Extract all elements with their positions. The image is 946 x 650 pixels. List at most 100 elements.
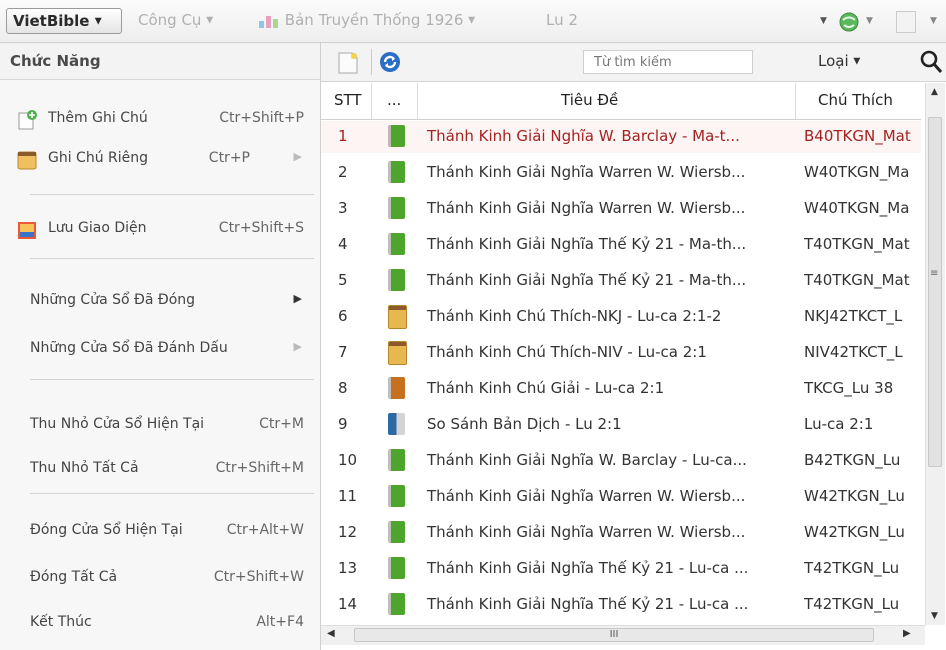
menu-item-close-all[interactable]: Đóng Tất Cả Ctr+Shift+W bbox=[0, 558, 320, 598]
page-icon[interactable] bbox=[896, 11, 916, 33]
menu-item-save-layout[interactable]: Lưu Giao Diện Ctr+Shift+S bbox=[0, 209, 320, 249]
table-row[interactable]: 4 Thánh Kinh Giải Nghĩa Thế Kỷ 21 - Ma-th… bbox=[321, 229, 921, 261]
vertical-scrollbar[interactable]: ▲ ≡ ▼ bbox=[925, 83, 945, 625]
menu-divider bbox=[30, 258, 314, 259]
panel-toolbar: Loại ▼ bbox=[321, 43, 946, 82]
scrollbar-thumb[interactable]: ≡ bbox=[928, 117, 942, 467]
row-note: B42TKGN_Lu bbox=[804, 451, 901, 469]
row-title: Thánh Kinh Giải Nghĩa Thế Kỷ 21 - Ma-th.… bbox=[427, 271, 747, 289]
row-number: 13 bbox=[338, 559, 358, 577]
horizontal-scrollbar[interactable]: ◀ III ▶ bbox=[321, 625, 925, 645]
table-row[interactable]: 10 Thánh Kinh Giải Nghĩa W. Barclay - Lu-… bbox=[321, 445, 921, 477]
row-title: Thánh Kinh Chú Thích-NIV - Lu-ca 2:1 bbox=[427, 343, 707, 361]
menu-item-exit[interactable]: Kết Thúc Alt+F4 bbox=[0, 603, 320, 643]
notebook-icon bbox=[16, 149, 38, 171]
table-row[interactable]: 6 Thánh Kinh Chú Thích-NKJ - Lu-ca 2:1-2 N… bbox=[321, 301, 921, 333]
reference-dropdown-icon[interactable]: ▼ bbox=[820, 16, 827, 26]
menu-item-label: Đóng Tất Cả bbox=[30, 569, 118, 585]
row-note: T40TKGN_Mat bbox=[804, 271, 910, 289]
type-dropdown[interactable]: Loại ▼ bbox=[818, 52, 860, 70]
chevron-down-icon: ▼ bbox=[853, 56, 861, 67]
tools-menu-button[interactable]: Công Cụ ▼ bbox=[138, 11, 213, 29]
table-header: STT ... Tiêu Đề Chú Thích bbox=[321, 83, 921, 120]
version-selector[interactable]: Bản Truyền Thống 1926 ▼ bbox=[258, 11, 475, 29]
table-row[interactable]: 11 Thánh Kinh Giải Nghĩa Warren W. Wiersb… bbox=[321, 481, 921, 513]
grip-icon: III bbox=[609, 629, 619, 640]
scroll-left-icon[interactable]: ◀ bbox=[327, 628, 335, 639]
row-title: Thánh Kinh Giải Nghĩa Warren W. Wiersb..… bbox=[427, 199, 746, 217]
table-row[interactable]: 13 Thánh Kinh Giải Nghĩa Thế Kỷ 21 - Lu-c… bbox=[321, 553, 921, 585]
table-row[interactable]: 5 Thánh Kinh Giải Nghĩa Thế Kỷ 21 - Ma-th… bbox=[321, 265, 921, 297]
menu-item-label: Những Cửa Sổ Đã Đóng bbox=[30, 292, 196, 308]
search-icon[interactable] bbox=[919, 49, 943, 79]
row-note: W40TKGN_Ma bbox=[804, 163, 910, 181]
green-book-icon bbox=[388, 449, 405, 471]
reference-field[interactable]: Lu 2 bbox=[546, 11, 578, 29]
green-book-icon bbox=[388, 233, 405, 255]
new-note-icon[interactable] bbox=[337, 51, 359, 79]
row-number: 3 bbox=[338, 199, 348, 217]
menu-item-shortcut: Ctr+Alt+W bbox=[226, 522, 304, 538]
table-row[interactable]: 3 Thánh Kinh Giải Nghĩa Warren W. Wiersb.… bbox=[321, 193, 921, 225]
row-title: Thánh Kinh Giải Nghĩa Thế Kỷ 21 - Lu-ca … bbox=[427, 559, 749, 577]
row-note: W42TKGN_Lu bbox=[804, 487, 905, 505]
table-row[interactable]: 14 Thánh Kinh Giải Nghĩa Thế Kỷ 21 - Lu-c… bbox=[321, 589, 921, 621]
row-title: Thánh Kinh Chú Thích-NKJ - Lu-ca 2:1-2 bbox=[427, 307, 722, 325]
submenu-arrow-icon: ▶ bbox=[293, 292, 302, 305]
table-row[interactable]: 2 Thánh Kinh Giải Nghĩa Warren W. Wiersb.… bbox=[321, 157, 921, 189]
row-number: 14 bbox=[338, 595, 358, 613]
column-header-note[interactable]: Chú Thích bbox=[818, 91, 893, 109]
menu-divider bbox=[30, 379, 314, 380]
row-title: So Sánh Bản Dịch - Lu 2:1 bbox=[427, 415, 622, 433]
submenu-arrow-icon: ▶ bbox=[293, 150, 302, 163]
row-note: W40TKGN_Ma bbox=[804, 199, 910, 217]
green-book-icon bbox=[388, 269, 405, 291]
menu-item-minimize-all[interactable]: Thu Nhỏ Tất Cả Ctr+Shift+M bbox=[0, 449, 320, 489]
column-divider bbox=[795, 83, 796, 119]
menu-item-closed-windows[interactable]: Những Cửa Sổ Đã Đóng ▶ bbox=[0, 281, 320, 321]
scroll-up-icon[interactable]: ▲ bbox=[931, 87, 938, 97]
row-note: T40TKGN_Mat bbox=[804, 235, 910, 253]
table-row[interactable]: 12 Thánh Kinh Giải Nghĩa Warren W. Wiersb… bbox=[321, 517, 921, 549]
menu-item-close-current[interactable]: Đóng Cửa Sổ Hiện Tại Ctr+Alt+W bbox=[0, 511, 320, 551]
column-header-title[interactable]: Tiêu Đề bbox=[561, 91, 618, 109]
menu-item-label: Những Cửa Sổ Đã Đánh Dấu bbox=[30, 340, 228, 356]
app-menu-button[interactable]: VietBible ▼ bbox=[6, 8, 122, 34]
menu-item-private-note[interactable]: Ghi Chú Riêng Ctr+P ▶ bbox=[0, 139, 320, 179]
chevron-down-icon: ▼ bbox=[94, 16, 102, 27]
column-header-icon[interactable]: ... bbox=[387, 91, 401, 109]
row-number: 7 bbox=[338, 343, 348, 361]
table-row[interactable]: 9 So Sánh Bản Dịch - Lu 2:1 Lu-ca 2:1 bbox=[321, 409, 921, 441]
menu-item-bookmarked-windows[interactable]: Những Cửa Sổ Đã Đánh Dấu ▶ bbox=[0, 329, 320, 369]
globe-icon[interactable] bbox=[838, 11, 860, 37]
column-header-num[interactable]: STT bbox=[334, 91, 362, 109]
green-book-icon bbox=[388, 161, 405, 183]
chevron-down-icon[interactable]: ▼ bbox=[930, 16, 937, 26]
row-number: 4 bbox=[338, 235, 348, 253]
row-title: Thánh Kinh Giải Nghĩa Warren W. Wiersb..… bbox=[427, 163, 746, 181]
reference-label: Lu 2 bbox=[546, 11, 578, 29]
menu-item-label: Thêm Ghi Chú bbox=[48, 110, 148, 126]
green-book-icon bbox=[388, 485, 405, 507]
row-title: Thánh Kinh Chú Giải - Lu-ca 2:1 bbox=[427, 379, 665, 397]
menu-item-add-note[interactable]: Thêm Ghi Chú Ctr+Shift+P bbox=[0, 99, 320, 139]
horizontal-scrollbar-thumb[interactable]: III bbox=[354, 628, 874, 642]
save-layout-icon bbox=[16, 219, 38, 241]
menu-item-minimize-current[interactable]: Thu Nhỏ Cửa Sổ Hiện Tại Ctr+M bbox=[0, 405, 320, 445]
table-row[interactable]: 8 Thánh Kinh Chú Giải - Lu-ca 2:1 TKCG_Lu … bbox=[321, 373, 921, 405]
row-title: Thánh Kinh Giải Nghĩa Warren W. Wiersb..… bbox=[427, 487, 746, 505]
column-divider bbox=[371, 83, 372, 119]
brown-book-icon bbox=[388, 377, 405, 399]
tools-menu-label: Công Cụ bbox=[138, 11, 202, 29]
table-row[interactable]: 1 Thánh Kinh Giải Nghĩa W. Barclay - Ma-t… bbox=[321, 121, 921, 153]
menu-item-shortcut: Ctr+Shift+S bbox=[218, 220, 304, 236]
table-row[interactable]: 7 Thánh Kinh Chú Thích-NIV - Lu-ca 2:1 NIV… bbox=[321, 337, 921, 369]
commentary-list-panel: Loại ▼ STT ... Tiêu Đề Chú Thích 1 Thánh … bbox=[321, 43, 946, 650]
submenu-arrow-icon: ▶ bbox=[293, 340, 302, 353]
refresh-icon[interactable] bbox=[379, 51, 401, 77]
scroll-down-icon[interactable]: ▼ bbox=[931, 611, 938, 621]
type-label: Loại bbox=[818, 52, 849, 70]
scroll-right-icon[interactable]: ▶ bbox=[903, 628, 911, 639]
chevron-down-icon[interactable]: ▼ bbox=[866, 16, 873, 26]
search-input[interactable] bbox=[583, 50, 753, 74]
